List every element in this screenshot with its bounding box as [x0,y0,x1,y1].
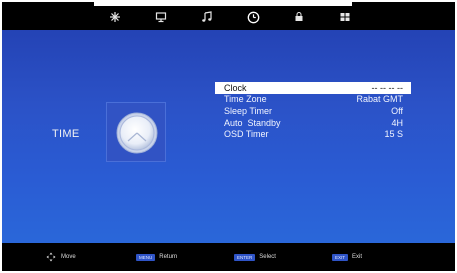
section-icon-box [106,102,166,162]
hint-select: ENTER Select [234,252,276,262]
menu-item-label: Time Zone [224,94,267,105]
music-note-icon [202,11,212,22]
monitor-icon [155,12,167,23]
hint-label: Move [61,254,76,260]
menu-item-sleep-timer[interactable]: Sleep Timer Off [215,105,411,117]
tab-setup[interactable] [332,8,358,26]
menu-item-osd-timer[interactable]: OSD Timer 15 S [215,128,411,140]
menu-item-value: 15 S [384,129,403,140]
grid-icon [340,13,350,21]
menu-item-auto-standby[interactable]: Auto Standby 4H [215,117,411,129]
menu-item-label: Clock [224,82,247,93]
top-menu-bar [2,2,455,30]
picture-icon [110,12,120,22]
hint-move: Move [46,252,76,262]
enter-key[interactable]: ENTER [234,253,256,261]
tab-screen[interactable] [148,8,174,26]
menu-item-value: -- -- -- -- [371,82,403,93]
clock-icon [247,11,259,23]
footer-hints: Move MENU Return ENTER Select EXIT Exit [2,243,455,271]
exit-key[interactable]: EXIT [332,253,349,261]
hint-label: Select [259,254,276,260]
clock-icon [116,112,158,154]
hint-return: MENU Return [136,252,177,262]
tab-sound[interactable] [194,8,220,26]
arrows-icon [46,252,56,262]
menu-item-value: Off [391,105,403,116]
menu-item-time-zone[interactable]: Time Zone Rabat GMT [215,94,411,106]
menu-item-value: Rabat GMT [356,94,403,105]
menu-item-clock[interactable]: Clock -- -- -- -- [215,82,411,94]
hint-exit: EXIT Exit [332,252,362,262]
menu-panel: TIME Clock -- -- -- -- Time Zone Rabat G… [2,30,455,243]
hint-label: Return [159,254,178,260]
tab-lock[interactable] [286,8,312,26]
lock-icon [295,12,303,21]
menu-item-value: 4H [391,117,403,128]
menu-item-label: Auto Standby [224,117,281,128]
top-strip [94,2,352,6]
menu-key[interactable]: MENU [136,253,156,261]
tab-picture[interactable] [102,8,128,26]
menu-item-label: OSD Timer [224,129,269,140]
tab-time[interactable] [240,8,266,26]
hint-label: Exit [352,254,363,260]
tv-osd-screen: TIME Clock -- -- -- -- Time Zone Rabat G… [2,2,455,271]
menu-item-label: Sleep Timer [224,105,273,116]
time-settings-menu: Clock -- -- -- -- Time Zone Rabat GMT Sl… [215,82,411,140]
section-title: TIME [52,128,80,140]
